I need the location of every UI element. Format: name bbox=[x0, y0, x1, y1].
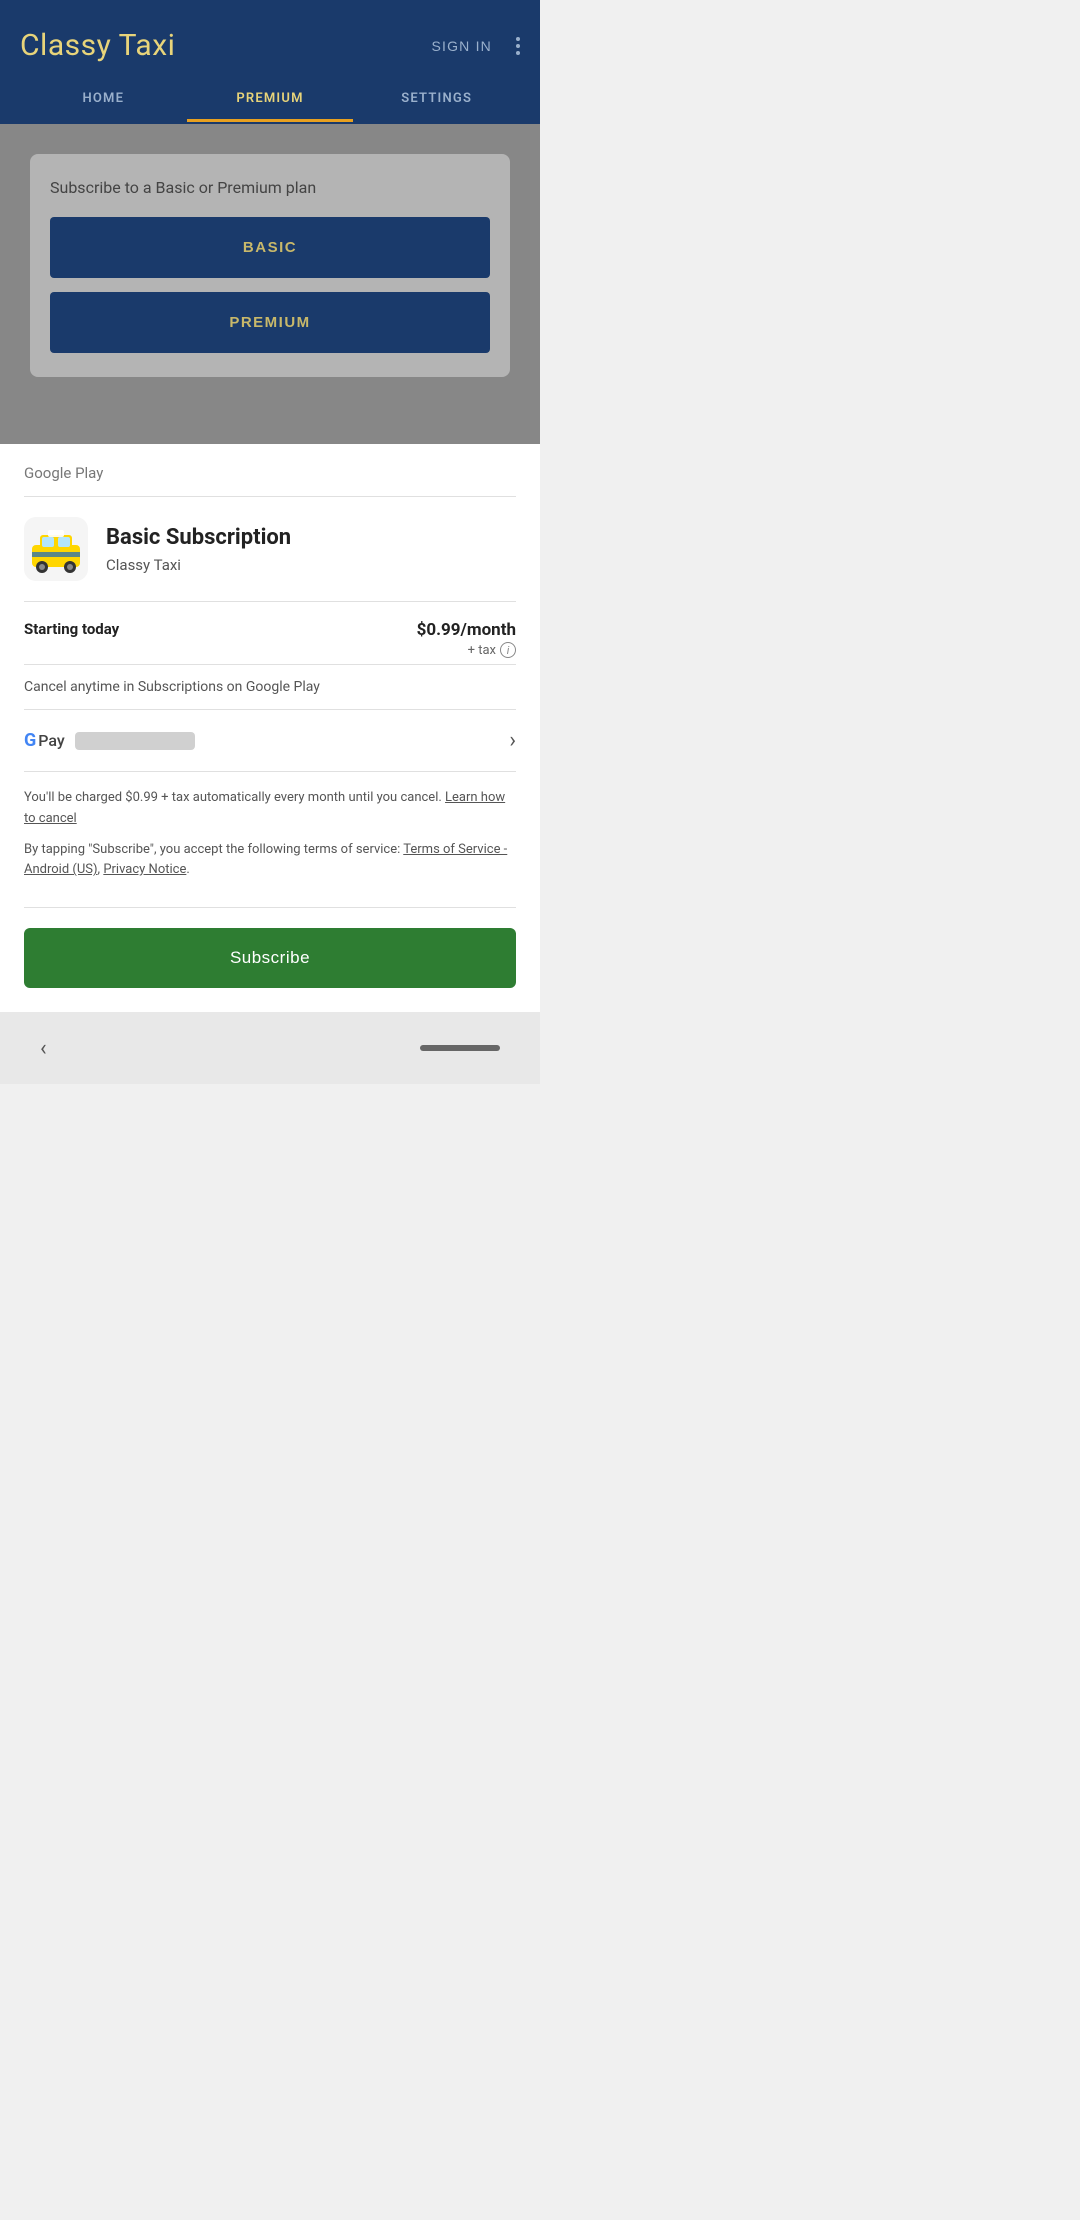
app-bar-actions: SIGN IN bbox=[431, 37, 520, 55]
product-name: Basic Subscription bbox=[106, 524, 516, 553]
gpay-logo: G Pay bbox=[24, 730, 65, 751]
google-play-sheet: Google Play bbox=[0, 444, 540, 1012]
g-blue: G bbox=[24, 730, 36, 751]
tabs: HOME PREMIUM SETTINGS bbox=[20, 75, 520, 124]
price-amount: $0.99/month bbox=[417, 620, 516, 640]
payment-row[interactable]: G Pay › bbox=[24, 710, 516, 772]
charge-text: You'll be charged $0.99 + tax automatica… bbox=[24, 788, 516, 830]
product-row: Basic Subscription Classy Taxi bbox=[24, 497, 516, 602]
app-bar: Classy Taxi SIGN IN HOME PREMIUM SETTING… bbox=[0, 0, 540, 124]
price-tax: + tax i bbox=[417, 642, 516, 658]
more-options-icon[interactable] bbox=[516, 37, 520, 55]
subscription-card: Subscribe to a Basic or Premium plan BAS… bbox=[30, 154, 510, 377]
tab-premium[interactable]: PREMIUM bbox=[187, 75, 354, 122]
bottom-nav: ‹ bbox=[0, 1012, 540, 1084]
pricing-row: Starting today $0.99/month + tax i bbox=[24, 602, 516, 665]
tab-settings[interactable]: SETTINGS bbox=[353, 75, 520, 122]
home-indicator bbox=[420, 1045, 500, 1051]
app-bar-top: Classy Taxi SIGN IN bbox=[20, 0, 520, 75]
product-icon bbox=[24, 517, 88, 581]
product-app: Classy Taxi bbox=[106, 556, 516, 574]
sign-in-button[interactable]: SIGN IN bbox=[431, 38, 492, 54]
back-button[interactable]: ‹ bbox=[40, 1036, 47, 1061]
basic-plan-button[interactable]: BASIC bbox=[50, 217, 490, 278]
subscribe-section: Subscribe bbox=[24, 908, 516, 1012]
premium-plan-button[interactable]: PREMIUM bbox=[50, 292, 490, 353]
main-content: Subscribe to a Basic or Premium plan BAS… bbox=[0, 124, 540, 444]
subscribe-subtitle: Subscribe to a Basic or Premium plan bbox=[50, 178, 490, 197]
privacy-notice-link[interactable]: Privacy Notice bbox=[103, 862, 186, 877]
chevron-right-icon: › bbox=[509, 728, 516, 753]
tab-home[interactable]: HOME bbox=[20, 75, 187, 122]
payment-card-placeholder bbox=[75, 732, 195, 750]
price-info: $0.99/month + tax i bbox=[417, 620, 516, 658]
terms-text: By tapping "Subscribe", you accept the f… bbox=[24, 840, 516, 882]
starting-today-label: Starting today bbox=[24, 620, 119, 638]
cancel-notice: Cancel anytime in Subscriptions on Googl… bbox=[24, 665, 516, 710]
google-play-header: Google Play bbox=[24, 464, 516, 497]
legal-section: You'll be charged $0.99 + tax automatica… bbox=[24, 772, 516, 908]
gpay-left: G Pay bbox=[24, 730, 195, 751]
app-title: Classy Taxi bbox=[20, 28, 175, 63]
subscribe-button[interactable]: Subscribe bbox=[24, 928, 516, 988]
product-info: Basic Subscription Classy Taxi bbox=[106, 524, 516, 574]
tax-info-icon[interactable]: i bbox=[500, 642, 516, 658]
